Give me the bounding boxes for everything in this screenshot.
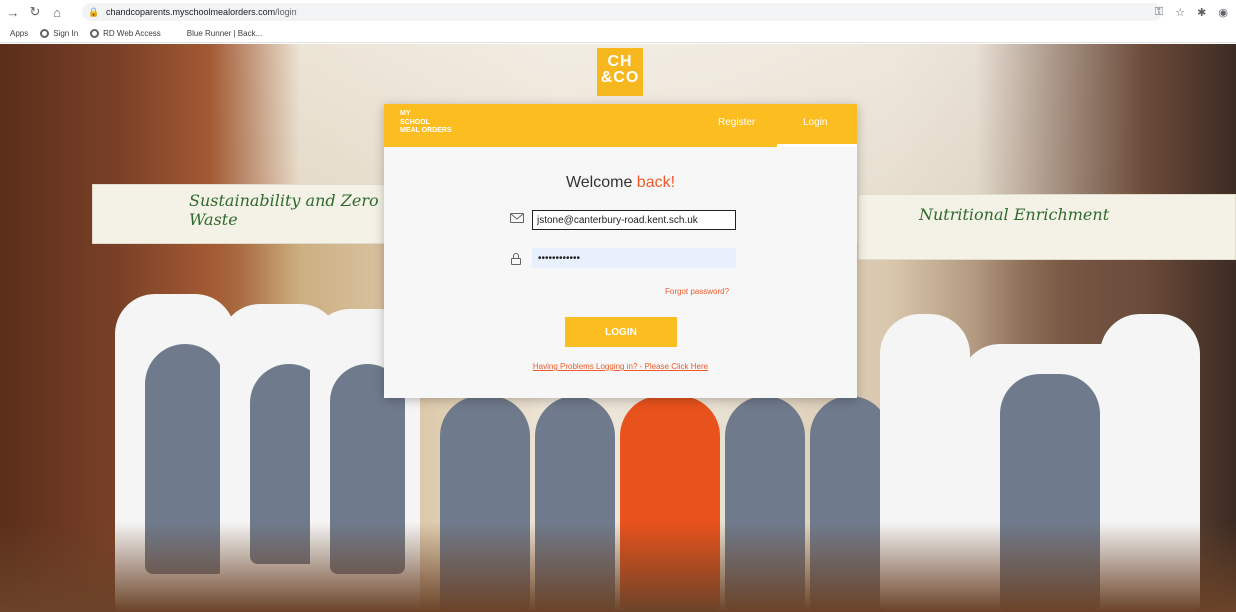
logo-line1: CH bbox=[607, 53, 633, 70]
login-problems-link[interactable]: Having Problems Logging in? - Please Cli… bbox=[384, 362, 857, 371]
banner-left-text: Sustainability and Zero Waste bbox=[189, 191, 379, 229]
banner-right-text: Nutritional Enrichment bbox=[919, 205, 1110, 224]
bookmark-sign-in[interactable]: Sign In bbox=[40, 28, 78, 38]
profile-icon[interactable]: ◉ bbox=[1218, 6, 1228, 19]
welcome-prefix: Welcome bbox=[565, 174, 633, 191]
welcome-heading: Welcome back! bbox=[384, 174, 857, 192]
star-icon[interactable]: ☆ bbox=[1175, 6, 1185, 19]
bookmark-apps[interactable]: Apps bbox=[10, 29, 28, 38]
bookmark-rd-web-access[interactable]: RD Web Access bbox=[90, 28, 161, 38]
card-header: MY SCHOOL MEAL ORDERS Register Login bbox=[384, 104, 857, 147]
padlock-icon bbox=[510, 253, 522, 265]
globe-icon bbox=[40, 28, 50, 38]
address-bar[interactable]: 🔒 chandcoparents.myschoolmealorders.com/… bbox=[82, 3, 1162, 21]
forward-icon[interactable]: → bbox=[4, 3, 22, 21]
envelope-icon bbox=[510, 213, 524, 223]
url-text: chandcoparents.myschoolmealorders.com/lo… bbox=[106, 7, 297, 17]
browser-toolbar: → ↻ ⌂ 🔒 chandcoparents.myschoolmealorder… bbox=[0, 0, 1236, 24]
login-button[interactable]: LOGIN bbox=[565, 317, 677, 347]
bookmarks-bar: Apps Sign In RD Web Access Blue Runner |… bbox=[0, 24, 1236, 43]
brand-line3: MEAL ORDERS bbox=[400, 127, 452, 134]
brand-logo[interactable]: MY SCHOOL MEAL ORDERS bbox=[400, 110, 452, 136]
chandco-logo: CH &CO bbox=[597, 48, 643, 96]
bookmark-blue-runner[interactable]: Blue Runner | Back... bbox=[187, 29, 262, 38]
forgot-password-link[interactable]: Forgot password? bbox=[665, 287, 729, 296]
password-field[interactable] bbox=[532, 248, 736, 268]
login-tab[interactable]: Login bbox=[803, 117, 827, 128]
brand-line2: SCHOOL bbox=[400, 118, 430, 126]
browser-actions: ⚿ ☆ ✱ ◉ bbox=[1155, 3, 1228, 21]
banner-left: Sustainability and Zero Waste bbox=[92, 184, 387, 244]
email-field[interactable] bbox=[532, 210, 736, 230]
welcome-accent: back! bbox=[636, 174, 676, 191]
login-card: MY SCHOOL MEAL ORDERS Register Login Wel… bbox=[384, 104, 857, 398]
floor bbox=[0, 522, 1236, 612]
logo-line2: &CO bbox=[600, 69, 640, 86]
home-icon[interactable]: ⌂ bbox=[48, 3, 66, 21]
globe-icon bbox=[90, 28, 100, 38]
banner-right: Nutritional Enrichment bbox=[858, 194, 1236, 260]
register-link[interactable]: Register bbox=[718, 117, 755, 128]
reload-icon[interactable]: ↻ bbox=[26, 3, 44, 21]
lock-icon: 🔒 bbox=[88, 7, 100, 17]
key-icon[interactable]: ⚿ bbox=[1155, 6, 1163, 19]
active-tab-underline bbox=[777, 144, 857, 147]
extensions-icon[interactable]: ✱ bbox=[1197, 6, 1206, 19]
brand-line1: MY bbox=[400, 110, 411, 117]
